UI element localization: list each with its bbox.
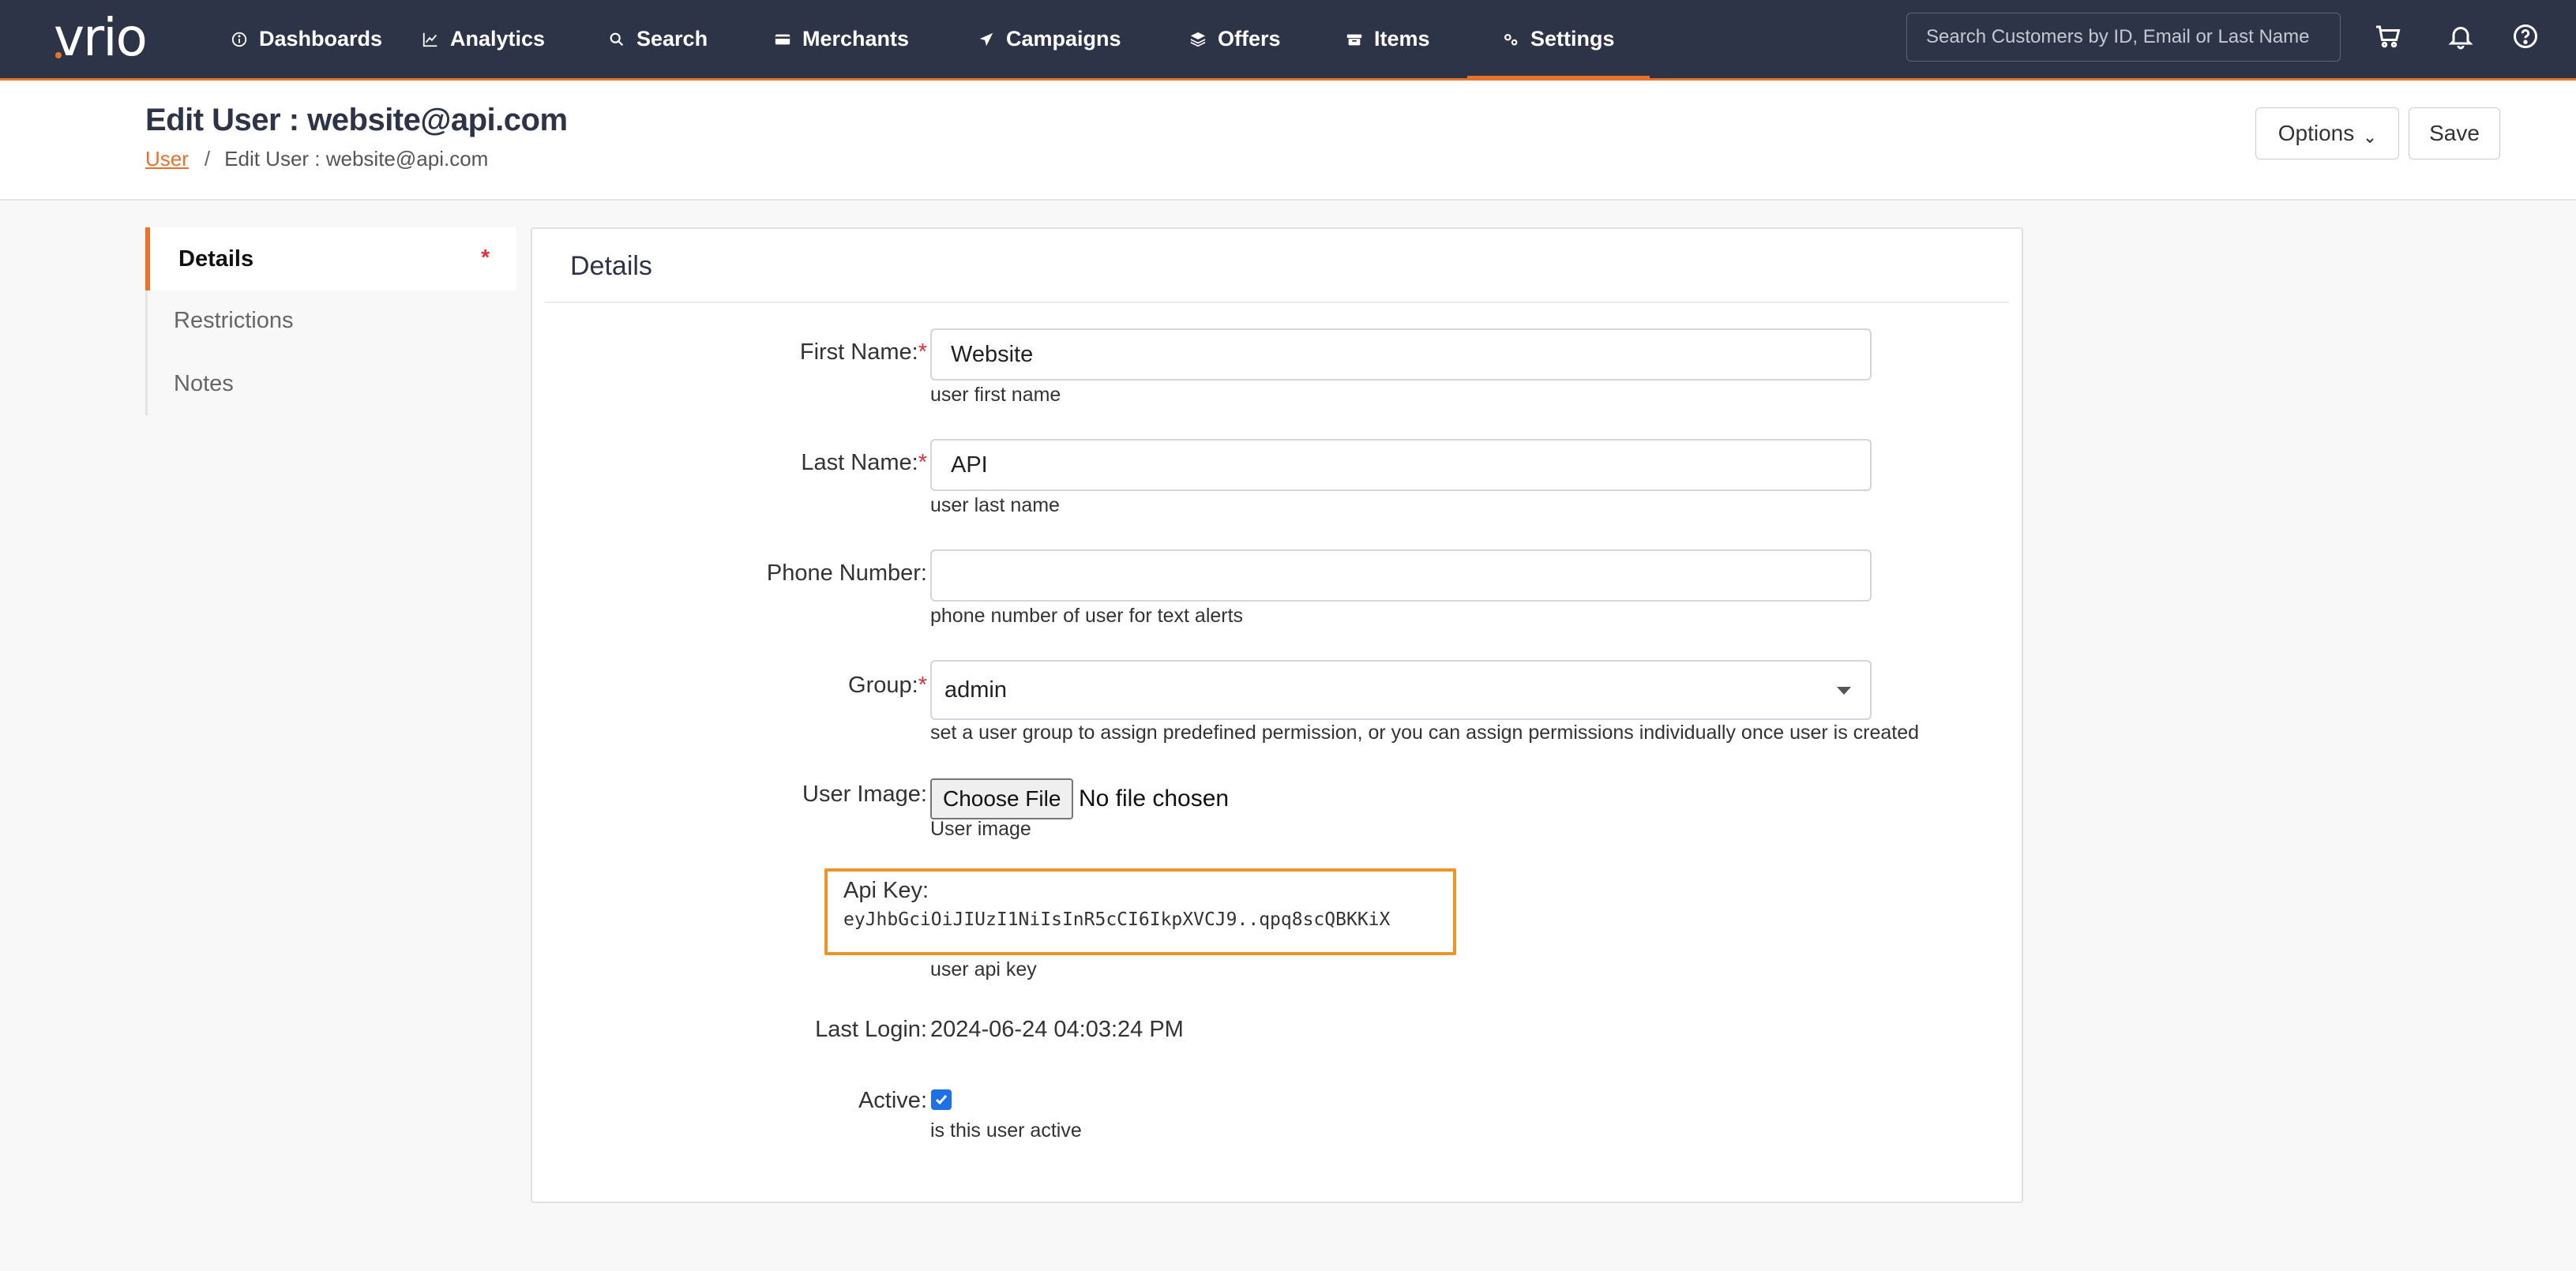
nav-items[interactable]: Items <box>1346 0 1430 78</box>
user-image-label: User Image: <box>802 782 927 807</box>
breadcrumb-user-link[interactable]: User <box>145 147 189 171</box>
last-login-label: Last Login: <box>815 1017 927 1042</box>
search-icon <box>608 31 625 48</box>
phone-help: phone number of user for text alerts <box>930 605 1244 627</box>
nav-label: Items <box>1374 27 1430 51</box>
page-header: Edit User : website@api.com User / Edit … <box>0 81 2576 201</box>
required-marker: * <box>918 339 927 365</box>
customer-search-input[interactable]: Search Customers by ID, Email or Last Na… <box>1906 13 2341 62</box>
api-key-highlight: Api Key: eyJhbGciOiJIUzI1NiIsInR5cCI6Ikp… <box>824 868 1456 955</box>
send-icon <box>978 31 995 48</box>
group-selected-value: admin <box>944 677 1007 703</box>
file-status: No file chosen <box>1079 785 1230 812</box>
bell-icon[interactable] <box>2446 22 2475 51</box>
sidebar-item-notes[interactable]: Notes <box>145 352 516 415</box>
options-label: Options <box>2277 121 2355 145</box>
first-name-label: First Name:* <box>800 339 927 366</box>
group-label: Group:* <box>848 673 927 699</box>
details-card: Details First Name:* Website user first … <box>531 227 2023 1203</box>
sidebar-item-label: Notes <box>174 370 234 396</box>
card-title: Details <box>570 251 652 281</box>
breadcrumb-current: Edit User : website@api.com <box>224 147 489 171</box>
credit-card-icon <box>774 31 791 48</box>
box-icon <box>1346 31 1363 48</box>
vrio-logo[interactable]: vrio <box>54 7 148 68</box>
active-checkbox[interactable] <box>931 1089 952 1110</box>
logo-dot <box>55 52 62 58</box>
gears-icon <box>1502 31 1519 48</box>
label-text: Last Name: <box>801 450 918 475</box>
user-image-help: User image <box>930 818 1031 840</box>
dropdown-arrow-icon <box>1837 687 1851 695</box>
sidebar-item-details[interactable]: Details * <box>145 227 516 291</box>
cart-icon[interactable] <box>2374 22 2402 51</box>
api-key-help: user api key <box>930 958 1037 980</box>
phone-label: Phone Number: <box>766 561 927 586</box>
layers-icon <box>1189 31 1207 48</box>
nav-label: Settings <box>1530 27 1615 51</box>
active-label: Active: <box>858 1088 927 1113</box>
sidebar-item-restrictions[interactable]: Restrictions <box>145 289 516 352</box>
page-title: Edit User : website@api.com <box>145 103 568 137</box>
group-select[interactable]: admin <box>930 660 1872 720</box>
nav-offers[interactable]: Offers <box>1189 0 1281 78</box>
required-marker: * <box>481 245 490 269</box>
last-login-value: 2024-06-24 04:03:24 PM <box>930 1017 1184 1042</box>
choose-file-button[interactable]: Choose File <box>930 778 1074 819</box>
line-chart-icon <box>422 31 439 48</box>
nav-analytics[interactable]: Analytics <box>422 0 545 78</box>
sidebar-item-label: Details <box>178 246 254 272</box>
label-text: First Name: <box>799 339 918 365</box>
last-name-label: Last Name:* <box>801 450 927 476</box>
api-key-label: Api Key: <box>843 878 929 903</box>
nav-label: Merchants <box>802 27 910 51</box>
nav-merchants[interactable]: Merchants <box>774 0 909 78</box>
nav-label: Offers <box>1218 27 1281 51</box>
first-name-field[interactable]: Website <box>930 328 1872 381</box>
nav-campaigns[interactable]: Campaigns <box>978 0 1121 78</box>
required-marker: * <box>918 673 927 698</box>
label-text: Group: <box>848 673 918 698</box>
logo-text: vrio <box>54 7 148 68</box>
last-name-help: user last name <box>930 494 1060 516</box>
required-marker: * <box>918 450 927 475</box>
breadcrumb-separator: / <box>204 147 211 171</box>
nav-label: Search <box>636 27 708 51</box>
sidebar-item-label: Restrictions <box>174 307 294 333</box>
help-circle-icon[interactable] <box>2511 22 2540 51</box>
group-help: set a user group to assign predefined pe… <box>930 722 1920 744</box>
nav-search[interactable]: Search <box>608 0 708 78</box>
check-icon <box>935 1095 948 1105</box>
active-help: is this user active <box>930 1119 1082 1142</box>
breadcrumb: User / Edit User : website@api.com <box>145 147 488 171</box>
nav-label: Campaigns <box>1006 27 1121 51</box>
api-key-value[interactable]: eyJhbGciOiJIUzI1NiIsInR5cCI6IkpXVCJ9..qp… <box>843 909 1390 930</box>
phone-field[interactable] <box>930 549 1872 602</box>
chevron-down-icon <box>2364 127 2376 144</box>
nav-settings[interactable]: Settings <box>1467 0 1649 80</box>
save-button[interactable]: Save <box>2409 107 2500 159</box>
first-name-help: user first name <box>930 384 1061 406</box>
nav-dashboards[interactable]: Dashboards <box>231 0 382 78</box>
nav-label: Analytics <box>450 27 546 51</box>
options-button[interactable]: Options <box>2255 107 2399 159</box>
nav-label: Dashboards <box>259 27 383 51</box>
last-name-field[interactable]: API <box>930 439 1872 491</box>
divider <box>545 302 2009 303</box>
top-navbar: vrio Dashboards Analytics Search Merchan… <box>0 0 2576 81</box>
info-circle-icon <box>231 31 248 48</box>
